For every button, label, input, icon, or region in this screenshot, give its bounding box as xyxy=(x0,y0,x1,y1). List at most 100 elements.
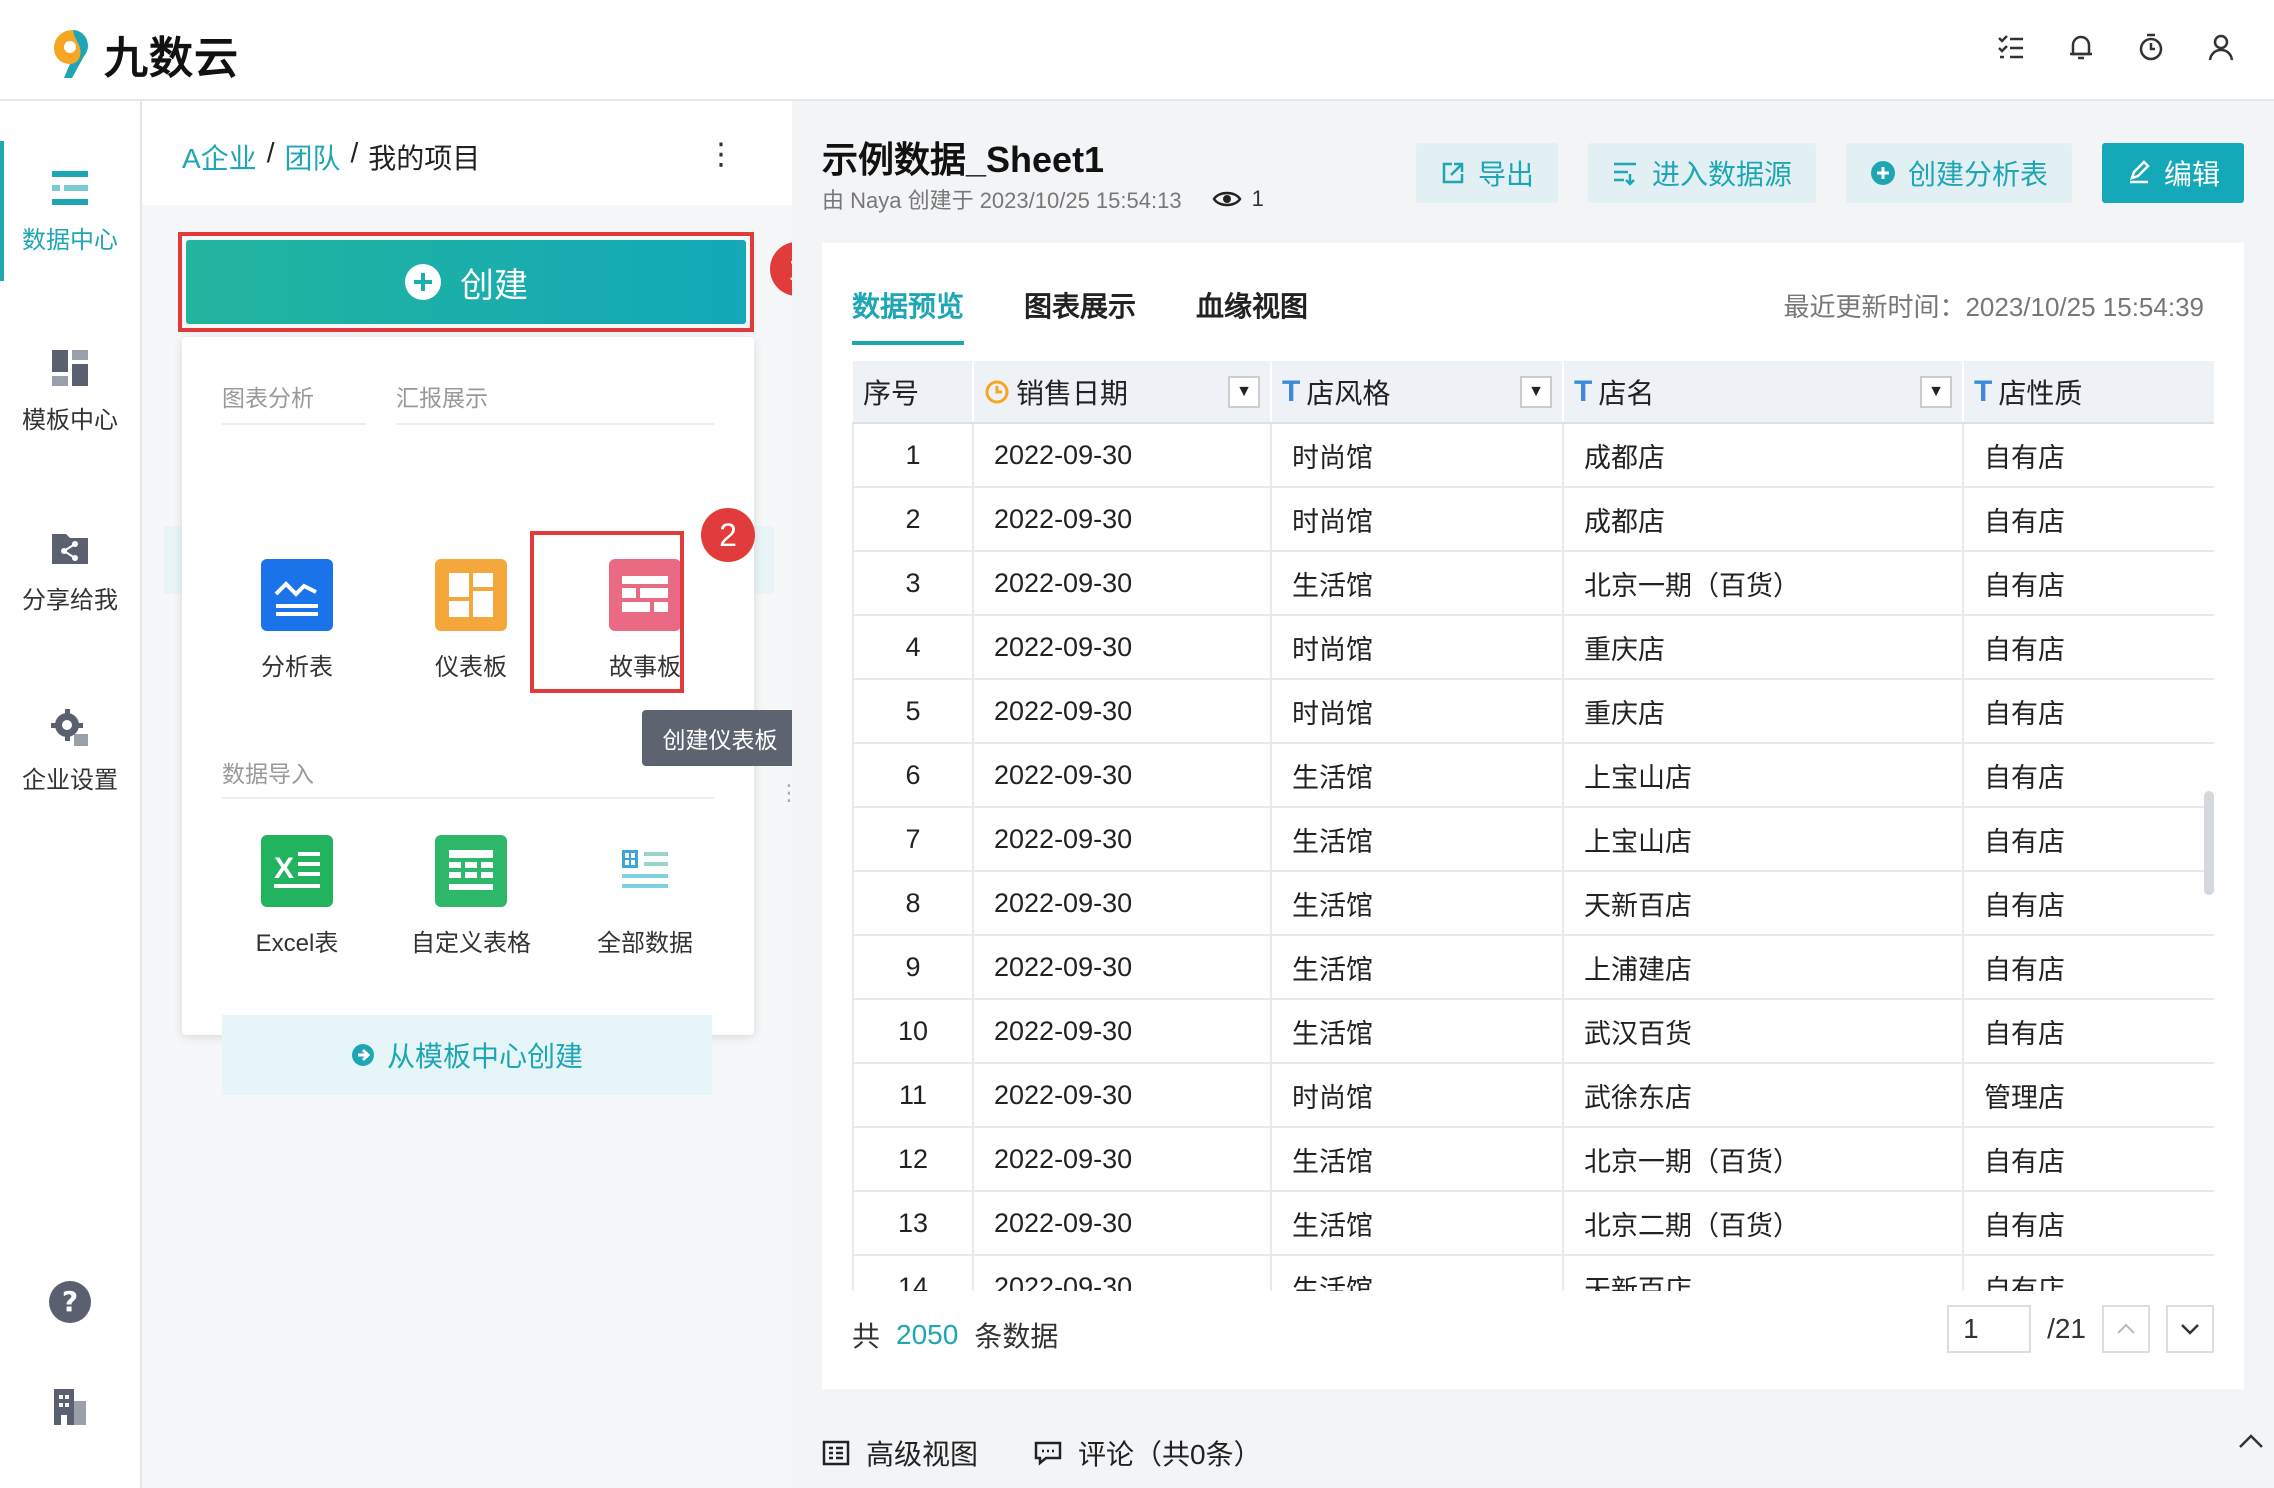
cell-store-nature: 自有店 xyxy=(1963,999,2214,1064)
table-row[interactable]: 3 2022-09-30 生活馆 北京一期（百货） 自有店 xyxy=(852,551,2214,616)
table-row[interactable]: 6 2022-09-30 生活馆 上宝山店 自有店 xyxy=(852,743,2214,808)
vertical-scrollbar[interactable] xyxy=(2204,791,2214,895)
table-row[interactable]: 13 2022-09-30 生活馆 北京二期（百货） 自有店 xyxy=(852,1191,2214,1256)
table-row[interactable]: 5 2022-09-30 时尚馆 重庆店 自有店 xyxy=(852,679,2214,744)
arrow-circle-icon xyxy=(351,1044,374,1066)
help-icon[interactable]: ? xyxy=(0,1279,140,1325)
table-row[interactable]: 14 2022-09-30 生活馆 天新百店 自有店 xyxy=(852,1255,2214,1291)
task-list-icon[interactable] xyxy=(1994,30,2028,64)
tile-analysis-table[interactable]: 分析表 xyxy=(222,559,372,709)
advanced-view-button[interactable]: 高级视图 xyxy=(822,1433,978,1473)
settings-icon xyxy=(51,708,88,746)
cell-store-name: 成都店 xyxy=(1563,487,1964,552)
more-menu-icon[interactable]: ⋮ xyxy=(706,137,736,172)
table-row[interactable]: 7 2022-09-30 生活馆 上宝山店 自有店 xyxy=(852,807,2214,872)
column-dropdown-button[interactable]: ▼ xyxy=(1228,375,1260,408)
enter-datasource-button[interactable]: 进入数据源 xyxy=(1587,143,1816,203)
cell-store-name: 武汉百货 xyxy=(1563,999,1964,1064)
cell-store-style: 生活馆 xyxy=(1271,999,1564,1064)
comment-icon xyxy=(1034,1441,1062,1466)
cell-store-name: 北京二期（百货） xyxy=(1563,1191,1964,1256)
create-analysis-table-button[interactable]: 创建分析表 xyxy=(1845,143,2072,203)
timer-icon[interactable] xyxy=(2134,30,2168,64)
tile-excel[interactable]: X Excel表 xyxy=(222,835,372,985)
bell-icon[interactable] xyxy=(2064,30,2098,64)
create-button[interactable]: 创建 xyxy=(186,240,746,324)
tab-lineage-view[interactable]: 血缘视图 xyxy=(1196,243,1308,341)
create-highlight: 创建 xyxy=(178,232,754,332)
tile-label: 自定义表格 xyxy=(411,930,531,957)
column-header-index: 序号 xyxy=(853,361,974,424)
chevron-up-icon[interactable] xyxy=(2238,1433,2264,1454)
nav-label: 数据中心 xyxy=(22,226,118,254)
table-row[interactable]: 10 2022-09-30 生活馆 武汉百货 自有店 xyxy=(852,999,2214,1064)
tab-chart-display[interactable]: 图表展示 xyxy=(1024,243,1136,341)
datasource-icon xyxy=(1613,162,1636,186)
table-row[interactable]: 12 2022-09-30 生活馆 北京一期（百货） 自有店 xyxy=(852,1127,2214,1192)
header-label: 店名 xyxy=(1598,377,1655,409)
cell-store-style: 生活馆 xyxy=(1271,871,1564,936)
tile-dashboard[interactable]: 仪表板 xyxy=(396,559,546,709)
clock-icon xyxy=(985,380,1009,403)
next-page-button[interactable] xyxy=(2166,1305,2214,1353)
cell-index: 4 xyxy=(852,615,974,680)
cell-store-name: 天新百店 xyxy=(1563,871,1964,936)
column-header-date[interactable]: 销售日期 ▼ xyxy=(973,361,1272,424)
tile-all-data[interactable]: 全部数据 xyxy=(570,835,720,985)
column-header-style[interactable]: T 店风格 ▼ xyxy=(1271,361,1564,424)
app-logo[interactable]: 九数云 xyxy=(50,22,239,86)
breadcrumb-company[interactable]: A企业 xyxy=(182,137,257,177)
cell-store-nature: 自有店 xyxy=(1963,807,2214,872)
dashboard-highlight xyxy=(530,531,684,693)
table-row[interactable]: 9 2022-09-30 生活馆 上浦建店 自有店 xyxy=(852,935,2214,1000)
header-label: 销售日期 xyxy=(1016,377,1129,409)
total-prefix: 共 xyxy=(852,1321,881,1352)
column-dropdown-button[interactable]: ▼ xyxy=(1920,375,1952,408)
left-nav: 数据中心 模板中心 分享给我 企业设置 ? xyxy=(0,101,142,1488)
cell-store-nature: 自有店 xyxy=(1963,1255,2214,1291)
analysis-table-icon xyxy=(261,559,333,631)
nav-item-data-center[interactable]: 数据中心 xyxy=(0,141,140,281)
svg-text:?: ? xyxy=(62,1285,78,1318)
cell-date: 2022-09-30 xyxy=(973,1191,1272,1256)
column-header-nature[interactable]: T 店性质 xyxy=(1963,361,2214,424)
column-header-name[interactable]: T 店名 ▼ xyxy=(1563,361,1964,424)
nav-item-settings[interactable]: 企业设置 xyxy=(0,681,140,821)
user-icon[interactable] xyxy=(2204,30,2238,64)
table-row[interactable]: 2 2022-09-30 时尚馆 成都店 自有店 xyxy=(852,487,2214,552)
nav-item-template-center[interactable]: 模板中心 xyxy=(0,321,140,461)
data-table: 序号 销售日期 ▼ T 店风格 ▼ T 店名 ▼ T 店性质 1 2022-09… xyxy=(852,361,2214,1291)
tab-data-preview[interactable]: 数据预览 xyxy=(852,243,965,345)
cell-date: 2022-09-30 xyxy=(973,1255,1272,1291)
table-row[interactable]: 11 2022-09-30 时尚馆 武徐东店 管理店 xyxy=(852,1063,2214,1128)
tile-custom-table[interactable]: 自定义表格 xyxy=(396,835,546,985)
cell-store-nature: 自有店 xyxy=(1963,423,2214,488)
nav-item-shared[interactable]: 分享给我 xyxy=(0,501,140,641)
table-row[interactable]: 1 2022-09-30 时尚馆 成都店 自有店 xyxy=(852,423,2214,488)
table-row[interactable]: 4 2022-09-30 时尚馆 重庆店 自有店 xyxy=(852,615,2214,680)
table-row[interactable]: 8 2022-09-30 生活馆 天新百店 自有店 xyxy=(852,871,2214,936)
export-button[interactable]: 导出 xyxy=(1415,143,1558,203)
cell-store-style: 时尚馆 xyxy=(1271,423,1564,488)
cell-store-nature: 自有店 xyxy=(1963,679,2214,744)
cell-store-style: 生活馆 xyxy=(1271,807,1564,872)
data-center-icon xyxy=(52,170,88,205)
page-number-input[interactable]: 1 xyxy=(1947,1305,2032,1353)
template-icon xyxy=(52,349,88,386)
column-dropdown-button[interactable]: ▼ xyxy=(1520,375,1552,408)
cell-store-name: 上宝山店 xyxy=(1563,807,1964,872)
cell-index: 10 xyxy=(852,999,974,1064)
breadcrumb-team[interactable]: 团队 xyxy=(284,137,340,177)
create-from-template-button[interactable]: 从模板中心创建 xyxy=(222,1015,712,1095)
app-name: 九数云 xyxy=(104,34,239,83)
eye-icon xyxy=(1212,191,1242,207)
cell-date: 2022-09-30 xyxy=(973,615,1272,680)
section-label-import: 数据导入 xyxy=(222,761,314,787)
edit-button[interactable]: 编辑 xyxy=(2101,143,2244,203)
custom-table-icon xyxy=(435,835,507,907)
prev-page-button[interactable] xyxy=(2102,1305,2150,1353)
comments-button[interactable]: 评论（共0条） xyxy=(1034,1433,1262,1473)
building-icon[interactable] xyxy=(0,1387,140,1427)
divider xyxy=(222,797,714,799)
cell-store-nature: 自有店 xyxy=(1963,935,2214,1000)
